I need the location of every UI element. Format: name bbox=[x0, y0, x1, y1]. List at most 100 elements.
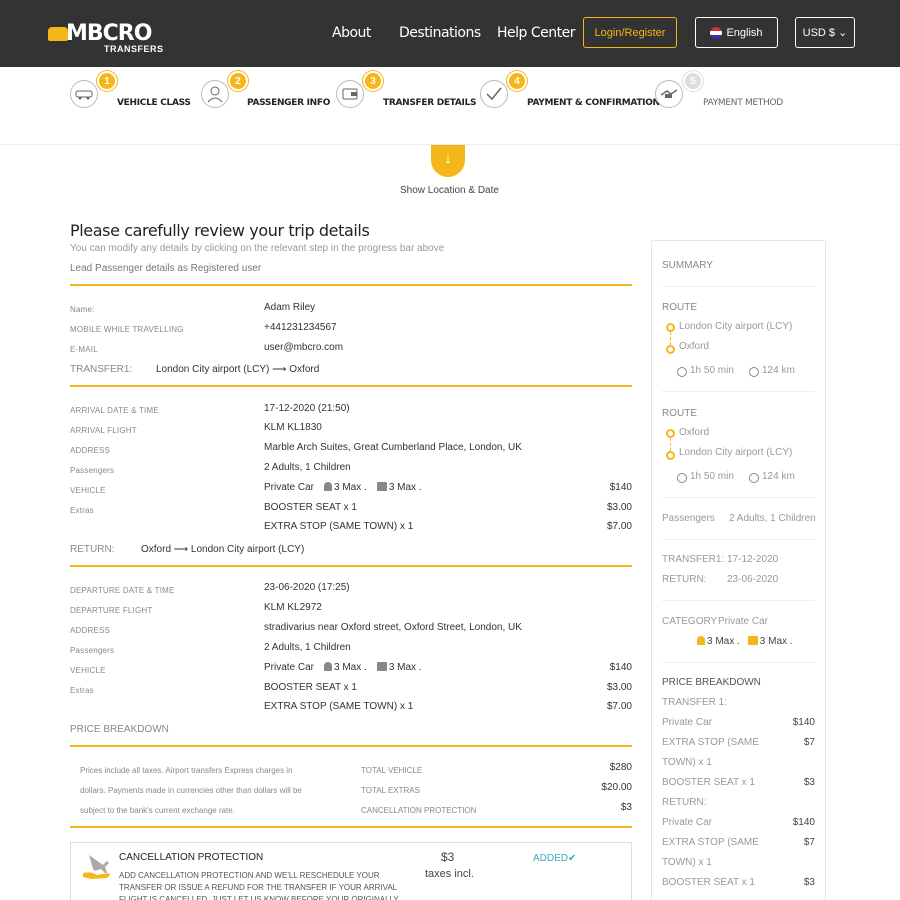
pax-max: 3 Max . bbox=[334, 482, 367, 493]
vehicle-value: Private Car 3 Max . 3 Max . bbox=[264, 482, 422, 493]
departure-date-label: DEPARTURE DATE & TIME bbox=[70, 586, 175, 595]
show-location-toggle[interactable]: ↓ bbox=[431, 145, 465, 177]
language-button[interactable]: English bbox=[695, 17, 778, 48]
address-label: ADDRESS bbox=[70, 626, 111, 635]
cancellation-protection-value: $3 bbox=[620, 802, 632, 813]
passengers-value: 2 Adults, 1 Children bbox=[264, 462, 351, 473]
divider bbox=[70, 745, 632, 747]
step-number-4: 4 bbox=[507, 71, 527, 91]
route2-label: ROUTE bbox=[662, 408, 697, 419]
extra-booster-seat: BOOSTER SEAT x 1 bbox=[264, 502, 357, 513]
mobile-label: MOBILE WHILE TRAVELLING bbox=[70, 325, 184, 334]
language-label: English bbox=[726, 26, 763, 39]
summary-return-date: 23-06-2020 bbox=[727, 574, 779, 585]
step-label-passenger-info[interactable]: PASSENGER INFO bbox=[247, 98, 330, 108]
address-label: ADDRESS bbox=[70, 446, 111, 455]
summary-title: SUMMARY bbox=[662, 260, 713, 271]
name-label: Name: bbox=[70, 305, 95, 314]
bag-max: 3 Max . bbox=[388, 662, 422, 673]
passengers-value: 2 Adults, 1 Children bbox=[264, 642, 351, 653]
summary-pb-booster2: BOOSTER SEAT x 1 bbox=[662, 877, 755, 888]
divider bbox=[662, 286, 815, 287]
cancellation-title: CANCELLATION PROTECTION bbox=[119, 852, 264, 863]
extras-label: Extras bbox=[70, 506, 94, 515]
route1-to: Oxford bbox=[679, 341, 710, 352]
summary-transfer1-date: 17-12-2020 bbox=[727, 554, 779, 565]
passengers-label: Passengers bbox=[70, 466, 115, 475]
email-value: user@mbcro.com bbox=[264, 342, 344, 353]
cancellation-protection-card[interactable]: CANCELLATION PROTECTION ADD CANCELLATION… bbox=[70, 842, 632, 900]
clock-icon bbox=[677, 367, 687, 377]
luggage-icon bbox=[376, 482, 387, 491]
nav-about[interactable]: About bbox=[332, 25, 371, 41]
wallet-icon[interactable] bbox=[336, 80, 364, 108]
cancellation-protection-label: CANCELLATION PROTECTION bbox=[361, 806, 477, 815]
nav-help-center[interactable]: Help Center bbox=[497, 25, 576, 41]
transfer1-route: London City airport (LCY) ⟶ Oxford bbox=[156, 364, 320, 375]
check-icon[interactable] bbox=[480, 80, 508, 108]
nav-destinations[interactable]: Destinations bbox=[399, 25, 481, 41]
show-location-label[interactable]: Show Location & Date bbox=[400, 185, 499, 196]
route1-from: London City airport (LCY) bbox=[679, 321, 793, 332]
summary-pb-stop2-line1: EXTRA STOP (SAME bbox=[662, 837, 759, 848]
bag-max: 3 Max . bbox=[388, 482, 422, 493]
route-line bbox=[670, 438, 671, 451]
arrival-flight-label: ARRIVAL FLIGHT bbox=[70, 426, 137, 435]
vehicle-name: Private Car bbox=[264, 482, 315, 493]
divider bbox=[662, 662, 815, 663]
step-number-3: 3 bbox=[363, 71, 383, 91]
price-note-line3: subject to the bank's current exchange r… bbox=[80, 806, 235, 815]
step-label-vehicle-class[interactable]: VEHICLE CLASS bbox=[117, 98, 191, 108]
step-label-transfer-details[interactable]: TRANSFER DETAILS bbox=[383, 98, 477, 108]
divider bbox=[662, 600, 815, 601]
summary-category-label: CATEGORY bbox=[662, 616, 718, 627]
lead-passenger-note: Lead Passenger details as Registered use… bbox=[70, 263, 262, 274]
summary-transfer1-label: TRANSFER1: bbox=[662, 554, 725, 565]
price-note-line1: Prices include all taxes. Airport transf… bbox=[80, 766, 293, 775]
summary-pb-stop2-line2: TOWN) x 1 bbox=[662, 857, 712, 868]
summary-panel: SUMMARY ROUTE London City airport (LCY) … bbox=[651, 240, 826, 900]
passenger-icon bbox=[697, 636, 705, 645]
name-value: Adam Riley bbox=[264, 302, 316, 313]
route-end-dot bbox=[666, 451, 675, 460]
divider bbox=[662, 539, 815, 540]
user-icon[interactable] bbox=[201, 80, 229, 108]
car-icon[interactable] bbox=[70, 80, 98, 108]
logo-text: MBCRO bbox=[66, 21, 152, 46]
divider bbox=[70, 284, 632, 286]
logo-subtext: TRANSFERS bbox=[104, 44, 164, 54]
passengers-label: Passengers bbox=[70, 646, 115, 655]
summary-category-value: Private Car bbox=[718, 616, 769, 627]
progress-steps: 1 VEHICLE CLASS 2 PASSENGER INFO 3 TRANS… bbox=[0, 67, 900, 145]
departure-flight-value: KLM KL2972 bbox=[264, 602, 322, 613]
vehicle-name: Private Car bbox=[264, 662, 315, 673]
return-label: RETURN: bbox=[70, 544, 115, 555]
step-label-payment-confirmation[interactable]: PAYMENT & CONFIRMATION bbox=[527, 98, 660, 108]
total-vehicle-label: TOTAL VEHICLE bbox=[361, 766, 423, 775]
currency-label: USD $ ⌄ bbox=[802, 27, 848, 39]
divider bbox=[662, 497, 815, 498]
route2-distance: 124 km bbox=[762, 471, 795, 482]
extra-booster-price: $3.00 bbox=[606, 502, 632, 513]
login-register-button[interactable]: Login/Register bbox=[583, 17, 677, 48]
transfer1-label: TRANSFER1: bbox=[70, 364, 133, 375]
us-flag-icon bbox=[710, 26, 723, 39]
total-vehicle-value: $280 bbox=[609, 762, 632, 773]
currency-button[interactable]: USD $ ⌄ bbox=[795, 17, 855, 48]
handshake-icon[interactable] bbox=[655, 80, 683, 108]
luggage-icon bbox=[376, 662, 387, 671]
route-start-dot bbox=[666, 323, 675, 332]
summary-pb-booster-price: $3 bbox=[803, 777, 815, 788]
summary-price-breakdown-label: PRICE BREAKDOWN bbox=[662, 677, 761, 688]
extra-stop-price: $7.00 bbox=[606, 521, 632, 532]
divider bbox=[70, 826, 632, 828]
logo[interactable]: MBCRO TRANSFERS bbox=[48, 21, 163, 56]
summary-pb-return: RETURN: bbox=[662, 797, 707, 808]
step-label-payment-method[interactable]: PAYMENT METHOD bbox=[703, 98, 783, 108]
divider bbox=[70, 385, 632, 387]
route1-label: ROUTE bbox=[662, 302, 697, 313]
extra-stop: EXTRA STOP (SAME TOWN) x 1 bbox=[264, 521, 414, 532]
cancellation-price: $3 bbox=[441, 850, 455, 864]
cancellation-added-badge[interactable]: ADDED✔ bbox=[533, 853, 576, 864]
summary-pb-transfer1: TRANSFER 1: bbox=[662, 697, 728, 708]
